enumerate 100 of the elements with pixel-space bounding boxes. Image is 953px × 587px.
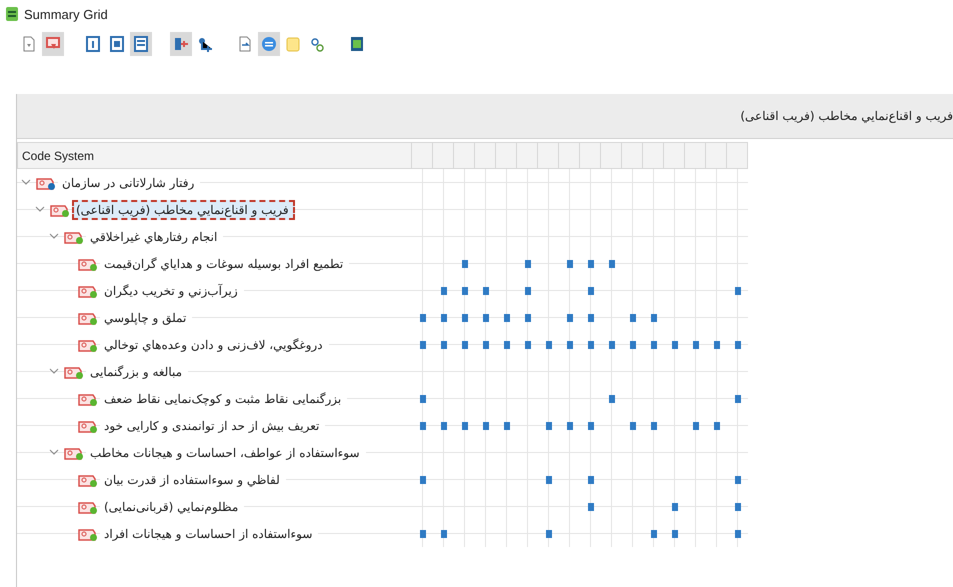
coded-segment-marker[interactable] <box>482 340 488 348</box>
column-header[interactable] <box>643 142 664 169</box>
column-header[interactable] <box>622 142 643 169</box>
coded-segment-marker[interactable] <box>524 314 530 322</box>
memo-icon[interactable] <box>258 32 280 56</box>
column-header[interactable] <box>664 142 685 169</box>
column-header[interactable] <box>706 142 727 169</box>
coded-segment-marker[interactable] <box>734 502 740 510</box>
coded-segment-marker[interactable] <box>608 260 614 268</box>
chevron-icon[interactable] <box>49 449 59 456</box>
coded-segment-marker[interactable] <box>608 340 614 348</box>
coded-segment-marker[interactable] <box>504 314 510 322</box>
column-header[interactable] <box>496 142 517 169</box>
code-tag-icon <box>78 418 96 432</box>
code-label[interactable]: فريب و اقناع‌نمايي مخاطب (فريب اقناعی) <box>72 200 295 220</box>
code-tag-icon <box>64 364 82 378</box>
coded-segment-marker[interactable] <box>588 502 594 510</box>
coded-segment-marker[interactable] <box>420 314 426 322</box>
window-title: Summary Grid <box>24 6 108 22</box>
coded-segment-marker[interactable] <box>420 530 426 538</box>
coded-segment-marker[interactable] <box>672 340 678 348</box>
coded-segment-marker[interactable] <box>462 286 468 294</box>
coded-segment-marker[interactable] <box>420 394 426 402</box>
coded-segment-marker[interactable] <box>462 340 468 348</box>
coded-segment-marker[interactable] <box>588 286 594 294</box>
coded-segment-marker[interactable] <box>630 340 636 348</box>
coded-segment-marker[interactable] <box>566 260 572 268</box>
coded-segment-marker[interactable] <box>566 340 572 348</box>
coded-segment-marker[interactable] <box>546 340 552 348</box>
panel-icon[interactable] <box>130 32 152 56</box>
coded-segment-marker[interactable] <box>440 314 446 322</box>
coded-segment-marker[interactable] <box>546 476 552 484</box>
column-header[interactable] <box>475 142 496 169</box>
filter-icon[interactable] <box>42 32 64 56</box>
chevron-icon[interactable] <box>21 179 31 186</box>
column-header[interactable] <box>601 142 622 169</box>
coded-segment-marker[interactable] <box>524 286 530 294</box>
coded-segment-marker[interactable] <box>420 476 426 484</box>
column-header[interactable] <box>454 142 475 169</box>
code-tag-icon <box>78 256 96 270</box>
column-header[interactable] <box>580 142 601 169</box>
coded-segment-marker[interactable] <box>692 422 698 430</box>
column-header[interactable] <box>685 142 706 169</box>
coded-segment-marker[interactable] <box>734 394 740 402</box>
coded-segment-marker[interactable] <box>420 422 426 430</box>
coded-segment-marker[interactable] <box>546 530 552 538</box>
coded-segment-marker[interactable] <box>588 340 594 348</box>
column-header[interactable] <box>517 142 538 169</box>
coded-segment-marker[interactable] <box>714 340 720 348</box>
coded-segment-marker[interactable] <box>440 530 446 538</box>
coded-segment-marker[interactable] <box>650 530 656 538</box>
chevron-icon[interactable] <box>49 368 59 375</box>
column-header[interactable] <box>559 142 580 169</box>
chevron-icon[interactable] <box>49 233 59 240</box>
coded-segment-marker[interactable] <box>650 314 656 322</box>
coded-segment-marker[interactable] <box>440 286 446 294</box>
coded-segment-marker[interactable] <box>650 340 656 348</box>
coded-segment-marker[interactable] <box>420 340 426 348</box>
coded-segment-marker[interactable] <box>734 340 740 348</box>
column-header[interactable]: Code System <box>17 142 412 169</box>
coded-segment-marker[interactable] <box>524 340 530 348</box>
coded-segment-marker[interactable] <box>734 286 740 294</box>
code-tag-icon <box>78 392 96 406</box>
code-label[interactable]: زيرآب‌زني و تخريب ديگران <box>100 280 244 300</box>
coded-segment-marker[interactable] <box>734 476 740 484</box>
coded-segment-marker[interactable] <box>714 422 720 430</box>
coded-segment-marker[interactable] <box>734 530 740 538</box>
coded-segment-marker[interactable] <box>692 340 698 348</box>
coded-segment-marker[interactable] <box>566 314 572 322</box>
coded-segment-marker[interactable] <box>462 260 468 268</box>
code-tag-icon <box>78 526 96 540</box>
coded-segment-marker[interactable] <box>546 422 552 430</box>
column-header[interactable] <box>538 142 559 169</box>
coded-segment-marker[interactable] <box>440 422 446 430</box>
coded-segment-marker[interactable] <box>504 340 510 348</box>
coded-segment-marker[interactable] <box>524 260 530 268</box>
coded-segment-marker[interactable] <box>672 502 678 510</box>
coded-segment-marker[interactable] <box>588 314 594 322</box>
coded-segment-marker[interactable] <box>630 314 636 322</box>
coded-segment-marker[interactable] <box>504 422 510 430</box>
coded-segment-marker[interactable] <box>608 394 614 402</box>
node-plus-icon[interactable] <box>170 32 192 56</box>
column-header[interactable] <box>412 142 433 169</box>
column-header[interactable] <box>727 142 748 169</box>
coded-segment-marker[interactable] <box>440 340 446 348</box>
coded-segment-marker[interactable] <box>566 422 572 430</box>
code-tag-icon <box>50 202 68 216</box>
coded-segment-marker[interactable] <box>482 422 488 430</box>
column-header[interactable] <box>433 142 454 169</box>
coded-segment-marker[interactable] <box>482 314 488 322</box>
coded-segment-marker[interactable] <box>588 422 594 430</box>
coded-segment-marker[interactable] <box>588 476 594 484</box>
chevron-icon[interactable] <box>35 206 45 213</box>
coded-segment-marker[interactable] <box>650 422 656 430</box>
coded-segment-marker[interactable] <box>462 314 468 322</box>
coded-segment-marker[interactable] <box>482 286 488 294</box>
coded-segment-marker[interactable] <box>672 530 678 538</box>
coded-segment-marker[interactable] <box>588 260 594 268</box>
coded-segment-marker[interactable] <box>630 422 636 430</box>
coded-segment-marker[interactable] <box>462 422 468 430</box>
